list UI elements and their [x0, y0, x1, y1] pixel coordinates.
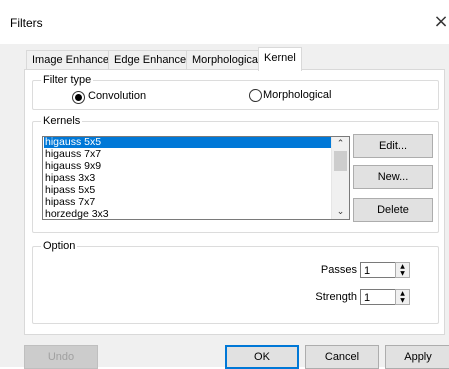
kernels-label: Kernels: [41, 114, 83, 128]
triangle-up-icon[interactable]: ▲: [396, 290, 409, 297]
list-item[interactable]: hipass 5x5: [44, 185, 95, 196]
triangle-up-icon[interactable]: ▲: [396, 263, 409, 270]
scrollbar-thumb[interactable]: [334, 151, 347, 171]
list-item[interactable]: horzedge 3x3: [44, 209, 109, 220]
window-title: Filters: [10, 16, 43, 30]
cancel-button[interactable]: Cancel: [305, 345, 379, 369]
convolution-label[interactable]: Convolution: [88, 90, 146, 102]
morphological-option-label[interactable]: Morphological: [263, 89, 331, 101]
list-item[interactable]: higauss 7x7: [44, 149, 101, 160]
new-button[interactable]: New...: [353, 165, 433, 189]
passes-label: Passes: [320, 264, 357, 276]
option-label: Option: [41, 239, 78, 253]
option-group: Option: [32, 239, 439, 324]
close-icon[interactable]: ×: [433, 11, 449, 33]
list-item[interactable]: higauss 9x9: [44, 161, 101, 172]
list-item[interactable]: hipass 3x3: [44, 173, 95, 184]
triangle-down-icon[interactable]: ▼: [396, 270, 409, 277]
title-bar: [0, 0, 449, 44]
chevron-up-icon[interactable]: ⌃: [332, 137, 349, 151]
kernels-scrollbar[interactable]: ⌃ ⌄: [331, 137, 349, 219]
morphological-radio[interactable]: [249, 89, 262, 102]
chevron-down-icon[interactable]: ⌄: [332, 205, 349, 219]
triangle-down-icon[interactable]: ▼: [396, 297, 409, 304]
kernels-listbox[interactable]: higauss 5x5 higauss 7x7 higauss 9x9 hipa…: [42, 136, 350, 220]
list-item[interactable]: hipass 7x7: [44, 197, 95, 208]
convolution-radio[interactable]: [72, 91, 85, 104]
passes-spinner[interactable]: ▲ ▼: [395, 262, 410, 278]
list-item[interactable]: higauss 5x5: [44, 137, 332, 148]
tab-morphological[interactable]: Morphological: [186, 50, 267, 70]
apply-button[interactable]: Apply: [385, 345, 449, 369]
strength-spinner[interactable]: ▲ ▼: [395, 289, 410, 305]
undo-button[interactable]: Undo: [24, 345, 98, 369]
ok-button[interactable]: OK: [225, 345, 299, 369]
tab-edge-enhance[interactable]: Edge Enhance: [108, 50, 193, 70]
strength-label: Strength: [315, 291, 357, 303]
filter-type-label: Filter type: [41, 73, 94, 87]
tab-kernel[interactable]: Kernel: [258, 47, 302, 71]
delete-button[interactable]: Delete: [353, 198, 433, 222]
edit-button[interactable]: Edit...: [353, 134, 433, 158]
tab-image-enhance[interactable]: Image Enhance: [26, 50, 116, 70]
